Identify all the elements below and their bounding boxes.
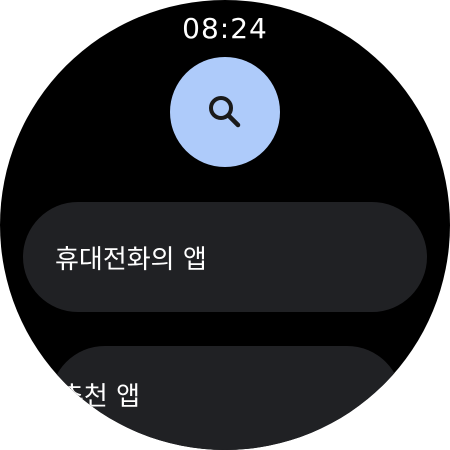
status-time: 08:24	[182, 12, 268, 45]
recommended-apps-label: 추천 앱	[60, 382, 141, 412]
recommended-apps-chip[interactable]: 추천 앱	[50, 346, 402, 450]
phone-apps-chip[interactable]: 휴대전화의 앱	[23, 202, 427, 312]
search-button[interactable]	[170, 57, 280, 167]
watch-screen: 08:24 휴대전화의 앱 추천 앱	[0, 0, 450, 450]
search-icon	[203, 90, 247, 134]
phone-apps-label: 휴대전화의 앱	[55, 244, 207, 275]
